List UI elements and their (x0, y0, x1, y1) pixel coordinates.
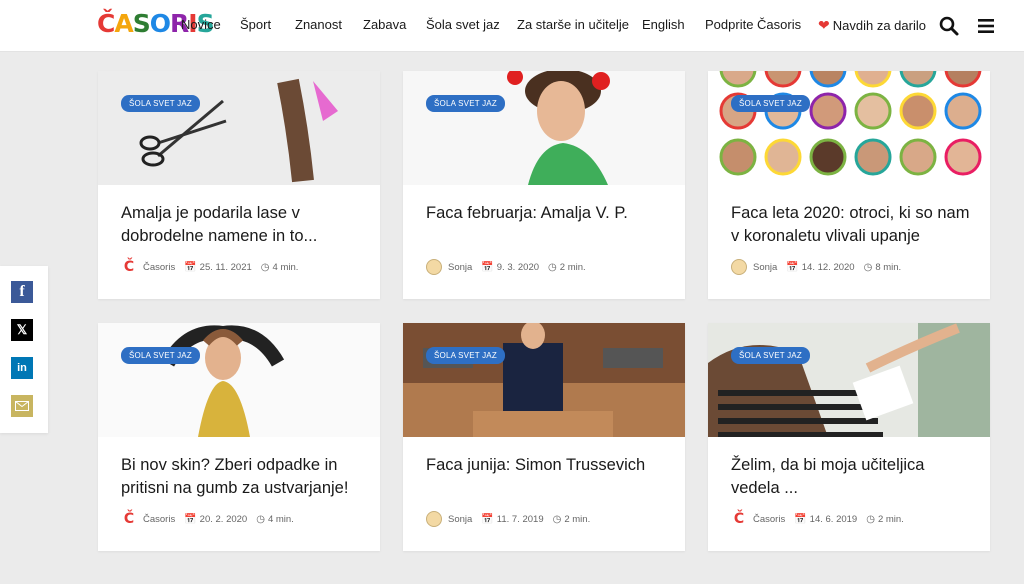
article-card[interactable]: ŠOLA SVET JAZ Faca leta 2020: otroci, ki… (708, 71, 990, 299)
calendar-icon: 📅 (481, 513, 494, 525)
calendar-icon: 📅 (184, 261, 197, 273)
article-thumbnail[interactable]: ŠOLA SVET JAZ (98, 71, 380, 185)
article-date: 14. 6. 2019 (809, 513, 858, 525)
article-card[interactable]: ŠOLA SVET JAZ Bi nov skin? Zberi odpadke… (98, 323, 380, 551)
read-time: 8 min. (875, 261, 902, 273)
teacher-whiteboard-image (708, 323, 990, 437)
children-faces-grid-image (708, 71, 990, 185)
article-meta: Č Časoris 📅 25. 11. 2021 ◷ 4 min. (121, 259, 298, 275)
nav-item-navdih[interactable]: ❤ Navdih za darilo (818, 17, 926, 34)
facebook-icon[interactable]: f (11, 281, 33, 303)
parliament-podium-image (403, 323, 685, 437)
read-time: 4 min. (267, 513, 294, 525)
article-card[interactable]: ŠOLA SVET JAZ Želim, da bi moja učitelji… (708, 323, 990, 551)
nav-item-novice[interactable]: Novice (181, 17, 221, 32)
clock-icon: ◷ (260, 261, 270, 273)
article-title[interactable]: Faca februarja: Amalja V. P. (426, 202, 671, 225)
article-card[interactable]: ŠOLA SVET JAZ Faca februarja: Amalja V. … (403, 71, 685, 299)
category-badge[interactable]: ŠOLA SVET JAZ (121, 95, 200, 112)
article-date: 14. 12. 2020 (801, 261, 855, 273)
menu-icon[interactable] (975, 15, 997, 37)
article-thumbnail[interactable]: ŠOLA SVET JAZ (403, 323, 685, 437)
calendar-icon: 📅 (184, 513, 197, 525)
article-title[interactable]: Faca leta 2020: otroci, ki so nam v koro… (731, 202, 976, 248)
article-title[interactable]: Amalja je podarila lase v dobrodelne nam… (121, 202, 366, 248)
article-date: 25. 11. 2021 (199, 261, 252, 273)
author-name[interactable]: Sonja (753, 262, 777, 273)
nav-item-zabava[interactable]: Zabava (363, 17, 406, 32)
casoris-avatar: Č (121, 259, 137, 275)
author-name[interactable]: Sonja (448, 514, 472, 525)
clock-icon: ◷ (866, 513, 875, 525)
clock-icon: ◷ (548, 261, 557, 273)
email-icon[interactable] (11, 395, 33, 417)
casoris-avatar: Č (731, 511, 747, 527)
linkedin-icon[interactable]: in (11, 357, 33, 379)
article-title[interactable]: Faca junija: Simon Trussevich (426, 454, 671, 477)
nav-item-podprite[interactable]: Podprite Časoris (705, 17, 801, 32)
author-name[interactable]: Sonja (448, 262, 472, 273)
calendar-icon: 📅 (786, 261, 799, 273)
author-name[interactable]: Časoris (143, 262, 175, 273)
author-avatar (426, 511, 442, 527)
article-meta: Sonja 📅 9. 3. 2020 ◷ 2 min. (426, 259, 586, 275)
social-share-bar: f 𝕏 in (0, 266, 48, 433)
scissors-hair-image (98, 71, 380, 185)
girl-with-recycling-image (98, 323, 380, 437)
article-date: 9. 3. 2020 (496, 261, 540, 273)
author-name[interactable]: Časoris (753, 514, 785, 525)
casoris-avatar: Č (121, 511, 137, 527)
calendar-icon: 📅 (794, 513, 807, 525)
clock-icon: ◷ (256, 513, 265, 525)
nav-item-sport[interactable]: Šport (240, 17, 271, 32)
article-card[interactable]: ŠOLA SVET JAZ Faca junija: Simon Trussev… (403, 323, 685, 551)
article-date: 20. 2. 2020 (199, 513, 248, 525)
clock-icon: ◷ (552, 513, 562, 525)
girl-portrait-image (403, 71, 685, 185)
author-avatar (426, 259, 442, 275)
clock-icon: ◷ (863, 261, 873, 273)
x-icon[interactable]: 𝕏 (11, 319, 33, 341)
nav-item-english[interactable]: English (642, 17, 685, 32)
article-thumbnail[interactable]: ŠOLA SVET JAZ (708, 323, 990, 437)
article-thumbnail[interactable]: ŠOLA SVET JAZ (98, 323, 380, 437)
read-time: 2 min. (559, 261, 586, 273)
article-meta: Č Časoris 📅 20. 2. 2020 ◷ 4 min. (121, 511, 294, 527)
article-thumbnail[interactable]: ŠOLA SVET JAZ (708, 71, 990, 185)
nav-item-za-starse[interactable]: Za starše in učitelje (517, 17, 629, 32)
heart-icon: ❤ (818, 17, 830, 33)
category-badge[interactable]: ŠOLA SVET JAZ (731, 95, 810, 112)
category-badge[interactable]: ŠOLA SVET JAZ (731, 347, 810, 364)
category-badge[interactable]: ŠOLA SVET JAZ (426, 347, 505, 364)
article-meta: Č Časoris 📅 14. 6. 2019 ◷ 2 min. (731, 511, 904, 527)
read-time: 2 min. (877, 513, 904, 525)
author-name[interactable]: Časoris (143, 514, 175, 525)
category-badge[interactable]: ŠOLA SVET JAZ (426, 95, 505, 112)
read-time: 2 min. (564, 513, 591, 525)
site-header: ČASORIS Novice Šport Znanost Zabava Šola… (0, 0, 1024, 52)
envelope-icon (15, 401, 29, 411)
article-card[interactable]: ŠOLA SVET JAZ Amalja je podarila lase v … (98, 71, 380, 299)
author-avatar (731, 259, 747, 275)
nav-item-sola-svet-jaz[interactable]: Šola svet jaz (426, 17, 500, 32)
article-thumbnail[interactable]: ŠOLA SVET JAZ (403, 71, 685, 185)
article-title[interactable]: Želim, da bi moja učiteljica vedela ... (731, 454, 976, 500)
read-time: 4 min. (272, 261, 299, 273)
article-meta: Sonja 📅 14. 12. 2020 ◷ 8 min. (731, 259, 901, 275)
nav-item-znanost[interactable]: Znanost (295, 17, 342, 32)
article-date: 11. 7. 2019 (496, 513, 544, 525)
article-meta: Sonja 📅 11. 7. 2019 ◷ 2 min. (426, 511, 590, 527)
category-badge[interactable]: ŠOLA SVET JAZ (121, 347, 200, 364)
article-title[interactable]: Bi nov skin? Zberi odpadke in pritisni n… (121, 454, 366, 500)
search-icon[interactable] (938, 15, 960, 37)
calendar-icon: 📅 (481, 261, 494, 273)
